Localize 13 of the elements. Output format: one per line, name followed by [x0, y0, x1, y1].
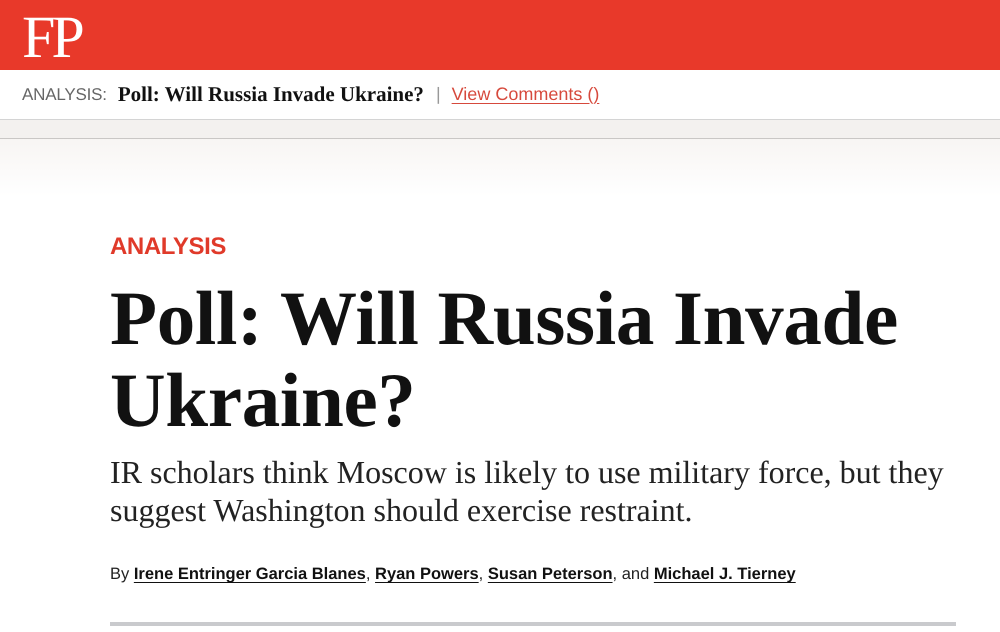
author-link[interactable]: Ryan Powers: [375, 565, 479, 583]
logo[interactable]: FP: [22, 6, 87, 66]
separator: |: [436, 83, 441, 106]
comments-link[interactable]: View Comments (): [452, 81, 600, 108]
article-title: Poll: Will Russia Invade Ukraine?: [118, 80, 424, 108]
headline: Poll: Will Russia Invade Ukraine?: [110, 277, 899, 441]
subheadline: IR scholars think Moscow is likely to use military force, but they suggest Washington should exercise restraint.: [110, 453, 945, 529]
byline: By Irene Entringer Garcia Blanes, Ryan Powers, Susan Peterson, and Michael J. Tierney: [110, 564, 797, 585]
author-link[interactable]: Irene Entringer Garcia Blanes: [134, 565, 366, 583]
author-link[interactable]: Michael J. Tierney: [654, 565, 796, 583]
author-link[interactable]: Susan Peterson: [488, 565, 613, 583]
section-label: ANALYSIS:: [22, 84, 107, 106]
category-label: ANALYSIS: [110, 232, 227, 261]
